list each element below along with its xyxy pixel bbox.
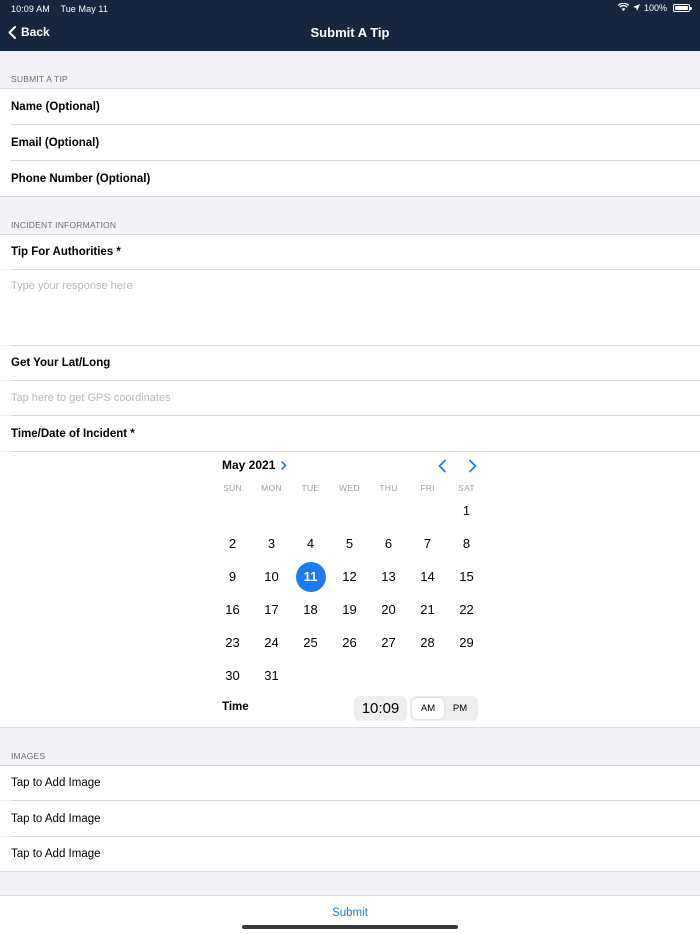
add-image-button[interactable]: Tap to Add Image [0, 801, 700, 836]
datetime-label-row: Time/Date of Incident * [0, 416, 700, 451]
email-field[interactable]: Email (Optional) [0, 125, 700, 161]
calendar-day[interactable]: 4 [296, 529, 326, 559]
calendar-day[interactable]: 1 [452, 496, 482, 526]
calendar-day[interactable]: 2 [218, 529, 248, 559]
calendar-day[interactable]: 21 [413, 595, 443, 625]
navigation-bar: 10:09 AM Tue May 11 100% Back Submit A T… [0, 0, 700, 51]
calendar-day[interactable]: 19 [335, 595, 365, 625]
weekday-label: TUE [301, 483, 320, 493]
battery-percentage: 100% [643, 3, 667, 13]
section-header-submit-tip: SUBMIT A TIP [11, 74, 68, 84]
calendar-day[interactable]: 15 [452, 562, 482, 592]
chevron-left-icon [438, 459, 446, 473]
calendar-day[interactable]: 28 [413, 628, 443, 658]
divider [0, 727, 700, 728]
battery-icon [673, 4, 692, 12]
add-image-label: Tap to Add Image [11, 777, 101, 789]
calendar-day[interactable]: 23 [218, 628, 248, 658]
add-image-button[interactable]: Tap to Add Image [0, 837, 700, 871]
gps-coordinates-button[interactable]: Tap here to get GPS coordinates [0, 381, 700, 415]
name-field-label: Name (Optional) [11, 101, 100, 113]
divider [0, 871, 700, 872]
tip-label-row: Tip For Authorities * [0, 235, 700, 269]
am-pm-toggle: AM PM [410, 696, 478, 721]
location-arrow-icon [632, 3, 640, 13]
home-indicator [242, 925, 458, 929]
section-header-incident: INCIDENT INFORMATION [11, 220, 117, 230]
phone-field-label: Phone Number (Optional) [11, 173, 151, 185]
weekday-label: THU [379, 483, 398, 493]
calendar-day[interactable]: 18 [296, 595, 326, 625]
calendar-day[interactable]: 16 [218, 595, 248, 625]
pm-button[interactable]: PM [444, 698, 476, 719]
latlong-label: Get Your Lat/Long [11, 357, 111, 369]
add-image-label: Tap to Add Image [11, 812, 101, 825]
calendar-day[interactable]: 5 [335, 529, 365, 559]
add-image-label: Tap to Add Image [11, 848, 101, 860]
next-month-button[interactable] [468, 459, 478, 478]
previous-month-button[interactable] [437, 459, 447, 478]
tip-textarea[interactable]: Type your response here [0, 270, 700, 345]
time-label: Time [222, 701, 249, 713]
divider [0, 196, 700, 197]
calendar-day[interactable]: 31 [257, 661, 287, 691]
calendar-day[interactable]: 8 [452, 529, 482, 559]
status-date: Tue May 11 [60, 4, 108, 14]
tip-placeholder: Type your response here [11, 280, 133, 292]
wifi-icon [617, 2, 630, 13]
month-label: May 2021 [222, 458, 276, 472]
calendar-day[interactable]: 7 [413, 529, 443, 559]
calendar-day[interactable]: 27 [374, 628, 404, 658]
calendar-day[interactable]: 14 [413, 562, 443, 592]
calendar-day[interactable]: 29 [452, 628, 482, 658]
am-button[interactable]: AM [412, 698, 444, 719]
status-bar-left: 10:09 AM Tue May 11 [11, 4, 108, 14]
date-picker: May 2021 SUN MON TUE WED THU FRI SAT 123456789… [0, 452, 700, 727]
section-header-images: IMAGES [11, 751, 46, 761]
calendar-day[interactable]: 20 [374, 595, 404, 625]
calendar-day[interactable]: 24 [257, 628, 287, 658]
status-time: 10:09 AM [11, 4, 50, 14]
calendar-day[interactable]: 25 [296, 628, 326, 658]
datetime-label: Time/Date of Incident * [11, 427, 135, 440]
weekday-label: SAT [458, 483, 475, 493]
month-year-selector[interactable]: May 2021 [222, 458, 287, 472]
calendar-day[interactable]: 26 [335, 628, 365, 658]
latlong-label-row: Get Your Lat/Long [0, 346, 700, 380]
calendar-day[interactable]: 3 [257, 529, 287, 559]
calendar-day[interactable]: 17 [257, 595, 287, 625]
selected-day[interactable]: 11 [295, 562, 326, 592]
calendar-day[interactable]: 13 [374, 562, 404, 592]
add-image-button[interactable]: Tap to Add Image [0, 766, 700, 800]
calendar-day[interactable]: 30 [218, 661, 248, 691]
gps-placeholder: Tap here to get GPS coordinates [11, 392, 171, 404]
calendar-day[interactable]: 22 [452, 595, 482, 625]
phone-field[interactable]: Phone Number (Optional) [0, 161, 700, 197]
status-bar-right: 100% [617, 2, 692, 13]
weekday-label: FRI [420, 483, 435, 493]
calendar-day[interactable]: 10 [257, 562, 287, 592]
weekday-label: MON [261, 483, 282, 493]
chevron-right-icon [281, 460, 287, 470]
weekday-label: WED [339, 483, 360, 493]
calendar-day[interactable]: 6 [374, 529, 404, 559]
name-field[interactable]: Name (Optional) [0, 89, 700, 125]
calendar-day[interactable]: 9 [218, 562, 248, 592]
page-title: Submit A Tip [310, 25, 390, 40]
time-picker[interactable]: 10:09 [354, 696, 407, 721]
calendar-day[interactable]: 12 [335, 562, 365, 592]
email-field-label: Email (Optional) [11, 137, 100, 149]
chevron-right-icon [469, 459, 477, 473]
weekday-label: SUN [223, 483, 242, 493]
tip-label: Tip For Authorities * [11, 246, 121, 258]
